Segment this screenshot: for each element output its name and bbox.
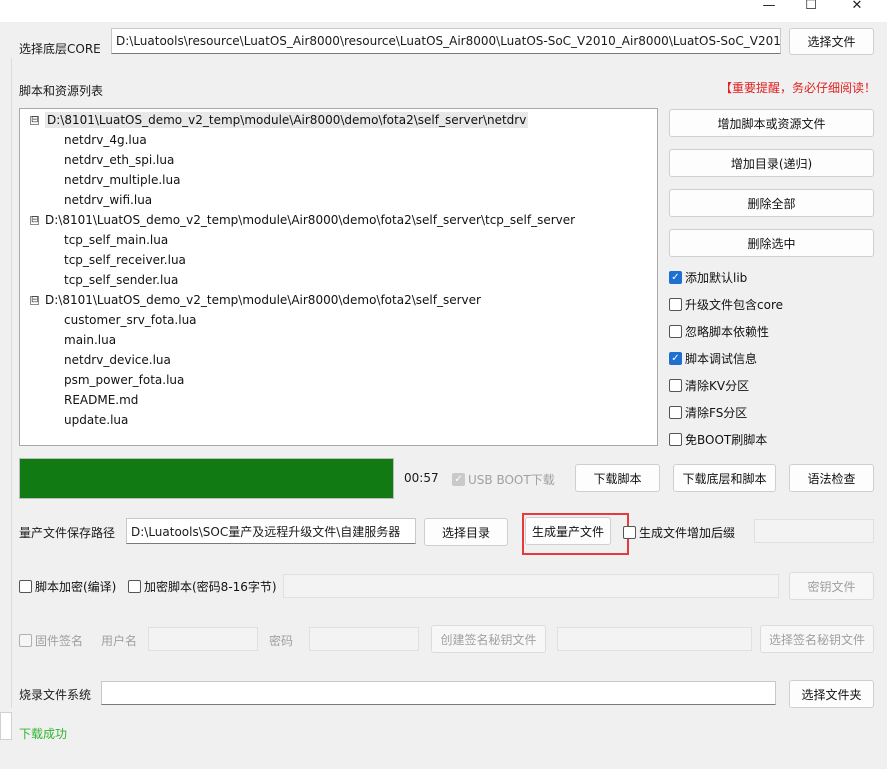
- tree-folder[interactable]: ⊟ D:\8101\LuatOS_demo_v2_temp\module\Air8…: [30, 293, 481, 307]
- delete-all-button[interactable]: 删除全部: [669, 189, 874, 217]
- script-tree[interactable]: ⊟ D:\8101\LuatOS_demo_v2_temp\module\Air8…: [19, 108, 658, 446]
- option-include-core[interactable]: 升级文件包含core: [669, 296, 783, 313]
- tree-folder[interactable]: ⊟ D:\8101\LuatOS_demo_v2_temp\module\Air8…: [30, 213, 575, 227]
- core-label: 选择底层CORE: [19, 42, 101, 56]
- filesystem-path-input[interactable]: [101, 681, 776, 705]
- checkbox-icon[interactable]: [669, 406, 682, 419]
- username-input: [148, 627, 258, 651]
- checkbox-icon[interactable]: [19, 580, 32, 593]
- checkbox-icon[interactable]: [669, 352, 682, 365]
- download-progress-bar: [19, 458, 394, 499]
- username-label: 用户名: [101, 634, 138, 648]
- checkbox-icon[interactable]: [669, 298, 682, 311]
- progress-fill: [20, 459, 393, 498]
- option-add-default-lib[interactable]: 添加默认lib: [669, 269, 747, 286]
- key-file-button: 密钥文件: [789, 572, 874, 600]
- tree-file[interactable]: customer_srv_fota.lua: [64, 313, 197, 327]
- elapsed-time: 00:57: [404, 471, 439, 485]
- burn-filesystem-label: 烧录文件系统: [19, 688, 92, 702]
- tree-file[interactable]: psm_power_fota.lua: [64, 373, 184, 387]
- add-files-button[interactable]: 增加脚本或资源文件: [669, 109, 874, 137]
- sign-password-label: 密码: [269, 634, 294, 648]
- maximize-button[interactable]: ☐: [789, 0, 833, 18]
- tree-file[interactable]: tcp_self_main.lua: [64, 233, 168, 247]
- important-notice-link[interactable]: 【重要提醒，务必仔细阅读！: [720, 79, 876, 96]
- close-button[interactable]: ✕: [835, 0, 879, 18]
- tree-file[interactable]: tcp_self_sender.lua: [64, 273, 178, 287]
- download-core-script-button[interactable]: 下载底层和脚本: [673, 464, 776, 492]
- sign-key-path-input: [557, 627, 752, 651]
- tree-file[interactable]: netdrv_wifi.lua: [64, 193, 152, 207]
- firmware-sign-checkbox: 固件签名: [19, 632, 83, 649]
- tree-folder[interactable]: ⊟ D:\8101\LuatOS_demo_v2_temp\module\Air8…: [30, 112, 529, 128]
- compile-encrypt-checkbox[interactable]: 脚本加密(编译): [19, 578, 116, 595]
- left-edge-panel: [0, 58, 12, 708]
- left-edge-field: [0, 712, 12, 740]
- delete-selected-button[interactable]: 删除选中: [669, 229, 874, 257]
- usb-boot-checkbox: USB BOOT下载: [452, 471, 555, 488]
- checkbox-icon[interactable]: [669, 433, 682, 446]
- minimize-icon: —: [762, 0, 776, 13]
- tree-file[interactable]: main.lua: [64, 333, 116, 347]
- option-debug-info[interactable]: 脚本调试信息: [669, 350, 757, 367]
- download-script-button[interactable]: 下载脚本: [575, 464, 660, 492]
- sign-password-input: [309, 627, 419, 651]
- select-folder-button[interactable]: 选择文件夹: [789, 680, 874, 708]
- collapse-icon[interactable]: ⊟: [30, 296, 39, 305]
- tree-file[interactable]: update.lua: [64, 413, 128, 427]
- checkbox-icon[interactable]: [128, 580, 141, 593]
- production-path-label: 量产文件保存路径: [19, 526, 116, 540]
- script-list-label: 脚本和资源列表: [19, 84, 104, 98]
- select-directory-button[interactable]: 选择目录: [424, 518, 508, 546]
- checkbox-icon[interactable]: [623, 526, 636, 539]
- checkbox-icon[interactable]: [669, 271, 682, 284]
- option-clear-fs[interactable]: 清除FS分区: [669, 404, 747, 421]
- password-encrypt-checkbox[interactable]: 加密脚本(密码8-16字节): [128, 578, 277, 595]
- tree-file[interactable]: netdrv_4g.lua: [64, 133, 147, 147]
- core-path-field[interactable]: D:\Luatools\resource\LuatOS_Air8000\reso…: [111, 28, 781, 54]
- option-no-boot[interactable]: 免BOOT刷脚本: [669, 431, 767, 448]
- option-ignore-deps[interactable]: 忽略脚本依赖性: [669, 323, 769, 340]
- option-clear-kv[interactable]: 清除KV分区: [669, 377, 749, 394]
- tree-file[interactable]: netdrv_device.lua: [64, 353, 171, 367]
- checkbox-icon: [19, 634, 32, 647]
- collapse-icon[interactable]: ⊟: [30, 116, 39, 125]
- collapse-icon[interactable]: ⊟: [30, 216, 39, 225]
- production-path-field[interactable]: D:\Luatools\SOC量产及远程升级文件\自建服务器: [126, 518, 416, 544]
- syntax-check-button[interactable]: 语法检查: [789, 464, 874, 492]
- checkbox-icon[interactable]: [669, 379, 682, 392]
- suffix-input: [754, 519, 874, 543]
- close-icon: ✕: [851, 0, 863, 13]
- minimize-button[interactable]: —: [747, 0, 791, 18]
- tree-file[interactable]: netdrv_multiple.lua: [64, 173, 180, 187]
- encrypt-password-input: [283, 574, 779, 598]
- checkbox-icon: [452, 473, 465, 486]
- tree-file[interactable]: README.md: [64, 393, 138, 407]
- tree-file[interactable]: netdrv_eth_spi.lua: [64, 153, 174, 167]
- tree-file[interactable]: tcp_self_receiver.lua: [64, 253, 186, 267]
- annotation-highlight-box: [522, 513, 629, 555]
- status-text: 下载成功: [19, 727, 68, 741]
- create-sign-key-button: 创建签名秘钥文件: [431, 625, 546, 653]
- checkbox-icon[interactable]: [669, 325, 682, 338]
- maximize-icon: ☐: [805, 0, 817, 13]
- add-directory-button[interactable]: 增加目录(递归): [669, 149, 874, 177]
- select-core-button[interactable]: 选择文件: [789, 28, 874, 55]
- select-sign-key-button: 选择签名秘钥文件: [760, 625, 874, 653]
- suffix-checkbox[interactable]: 生成文件增加后缀: [623, 524, 735, 541]
